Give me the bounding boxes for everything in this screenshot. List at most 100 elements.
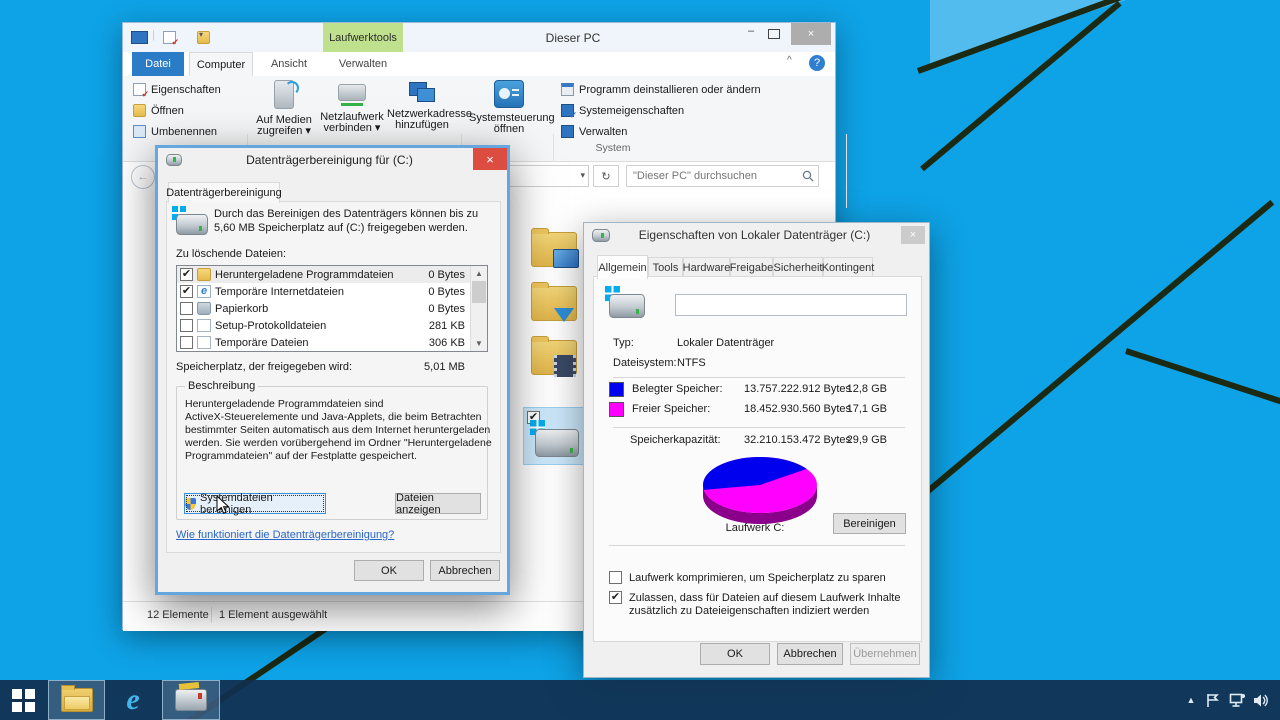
bereinigen-button[interactable]: Bereinigen	[833, 513, 906, 534]
mouse-cursor	[216, 496, 230, 514]
qat-customize-dropdown-icon[interactable]: ▾	[199, 30, 203, 39]
ribbon-systemsteuerung-button[interactable]: Systemsteuerung öffnen	[469, 80, 555, 135]
scrollbar-thumb[interactable]	[472, 281, 486, 303]
action-center-flag-icon[interactable]	[1202, 680, 1222, 720]
apply-button[interactable]: Übernehmen	[850, 643, 920, 665]
ribbon-oeffnen-button[interactable]: Öffnen	[133, 104, 184, 117]
scroll-down-icon[interactable]: ▼	[471, 336, 487, 351]
search-box[interactable]	[626, 165, 819, 187]
cleanup-titlebar[interactable]: Datenträgerbereinigung für (C:) ×	[158, 148, 507, 172]
close-icon[interactable]: ×	[473, 148, 507, 170]
item-checkbox[interactable]	[180, 302, 193, 315]
ribbon-label: Verwalten	[579, 125, 628, 138]
taskbar-internet-explorer[interactable]: e	[107, 680, 159, 720]
list-item[interactable]: Temporäre Dateien 306 KB	[177, 334, 487, 351]
item-name: Papierkorb	[215, 302, 269, 315]
ribbon-verwalten-button[interactable]: Verwalten	[561, 125, 627, 138]
system-properties-icon	[561, 104, 577, 121]
ribbon-label: Öffnen	[151, 104, 184, 117]
downloaded-programs-icon	[197, 268, 211, 281]
compress-checkbox[interactable]	[609, 571, 622, 584]
ribbon-auf-medien-button[interactable]: Auf Medien zugreifen ▾	[251, 80, 317, 137]
compress-label: Laufwerk komprimieren, um Speicherplatz …	[629, 572, 886, 584]
list-scrollbar[interactable]: ▲ ▼	[470, 266, 487, 351]
refresh-icon[interactable]: ↻	[593, 165, 619, 187]
item-checkbox[interactable]: ✔	[180, 285, 193, 298]
desktop-folder-icon[interactable]	[531, 228, 579, 268]
local-disk-item-selected[interactable]: ✔	[523, 407, 591, 465]
contextual-tab-laufwerktools[interactable]: Laufwerktools	[323, 23, 403, 52]
close-icon[interactable]: ×	[791, 23, 831, 45]
item-checkbox[interactable]	[180, 319, 193, 332]
cleanup-file-list[interactable]: ✔ Heruntergeladene Programmdateien 0 Bytes…	[176, 265, 488, 352]
how-cleanup-works-link[interactable]: Wie funktioniert die Datenträgerbereinig…	[176, 529, 394, 541]
setup-log-icon	[197, 319, 211, 332]
tab-computer[interactable]: Computer	[189, 52, 253, 77]
network-monitors-icon	[409, 80, 435, 102]
index-checkbox[interactable]: ✔	[609, 591, 622, 604]
ribbon-netzwerkadresse-button[interactable]: Netzwerkadresse hinzufügen	[387, 80, 472, 131]
ribbon-uninstall-button[interactable]: Programm deinstallieren oder ändern	[561, 83, 761, 96]
list-item[interactable]: Papierkorb 0 Bytes	[177, 300, 487, 317]
search-input[interactable]	[626, 165, 819, 187]
ribbon-systemeigenschaften-button[interactable]: Systemeigenschaften	[561, 104, 684, 121]
scroll-up-icon[interactable]: ▲	[471, 266, 487, 281]
list-item[interactable]: Setup-Protokolldateien 281 KB	[177, 317, 487, 334]
explorer-titlebar[interactable]: | ▾ Laufwerktools Dieser PC – ×	[123, 23, 835, 52]
ribbon-label: Umbenennen	[151, 125, 218, 138]
taskbar-disk-cleanup[interactable]	[162, 680, 220, 720]
clean-system-files-button[interactable]: Systemdateien bereinigen	[184, 492, 326, 516]
start-button[interactable]	[0, 680, 46, 720]
collapse-ribbon-icon[interactable]: ^	[787, 55, 792, 66]
downloads-folder-icon[interactable]	[531, 282, 577, 322]
cancel-button[interactable]: Abbrechen	[777, 643, 843, 665]
address-dropdown-icon[interactable]: ▾	[580, 170, 585, 181]
internet-explorer-icon: e	[126, 683, 140, 716]
ribbon-label: Systemsteuerung öffnen	[469, 112, 555, 135]
item-size: 0 Bytes	[428, 285, 465, 298]
view-files-button[interactable]: Dateien anzeigen	[395, 492, 481, 516]
volume-label-input[interactable]	[675, 294, 907, 316]
qat-properties-icon[interactable]	[163, 31, 179, 48]
ribbon-eigenschaften-button[interactable]: Eigenschaften	[133, 83, 221, 100]
tab-datentraegerbereinigung[interactable]: Datenträgerbereinigung	[166, 182, 282, 203]
ribbon-umbenennen-button[interactable]: Umbenennen	[133, 125, 217, 138]
maximize-icon[interactable]	[768, 29, 780, 39]
files-to-delete-label: Zu löschende Dateien:	[176, 248, 287, 260]
list-item[interactable]: ✔ Temporäre Internetdateien 0 Bytes	[177, 283, 487, 300]
videos-folder-icon[interactable]	[531, 336, 577, 377]
help-icon[interactable]: ?	[809, 55, 825, 71]
ok-button[interactable]: OK	[700, 643, 770, 665]
file-explorer-icon	[60, 685, 93, 712]
ribbon-netzlaufwerk-button[interactable]: Netzlaufwerk verbinden ▾	[319, 80, 385, 134]
network-icon[interactable]	[1226, 680, 1248, 720]
tab-datei[interactable]: Datei	[132, 52, 184, 76]
item-checkbox[interactable]	[180, 336, 193, 349]
item-name: Heruntergeladene Programmdateien	[215, 268, 394, 281]
used-color-swatch	[609, 382, 624, 397]
temp-internet-files-icon	[197, 285, 211, 298]
manage-icon	[561, 125, 574, 138]
taskbar-file-explorer[interactable]	[48, 680, 105, 720]
desktop[interactable]: | ▾ Laufwerktools Dieser PC – × Datei Co…	[0, 0, 1280, 720]
window-title: Dieser PC	[545, 30, 601, 45]
disk-usage-pie-chart	[703, 456, 817, 524]
cancel-button[interactable]: Abbrechen	[430, 560, 500, 581]
properties-dialog: Eigenschaften von Lokaler Datenträger (C…	[583, 222, 930, 678]
tab-allgemein[interactable]: Allgemein	[597, 255, 648, 279]
volume-icon[interactable]	[1250, 680, 1272, 720]
close-icon[interactable]: ×	[901, 226, 925, 244]
status-item-count: 12 Elemente	[147, 609, 209, 621]
item-size: 306 KB	[428, 336, 465, 349]
item-checkbox[interactable]: ✔	[180, 268, 193, 281]
show-hidden-icons[interactable]: ▲	[1182, 680, 1200, 720]
list-item[interactable]: ✔ Heruntergeladene Programmdateien 0 Bytes	[177, 266, 487, 283]
ok-button[interactable]: OK	[354, 560, 424, 581]
tab-verwalten[interactable]: Verwalten	[323, 52, 403, 76]
back-icon[interactable]: ←	[131, 165, 155, 189]
minimize-icon[interactable]: –	[742, 25, 760, 43]
index-label-line2: zusätzlich zu Dateieigenschaften indizie…	[629, 605, 870, 617]
tab-ansicht[interactable]: Ansicht	[263, 52, 315, 76]
drive-label: Laufwerk C:	[725, 522, 785, 534]
properties-titlebar[interactable]: Eigenschaften von Lokaler Datenträger (C…	[584, 223, 929, 247]
